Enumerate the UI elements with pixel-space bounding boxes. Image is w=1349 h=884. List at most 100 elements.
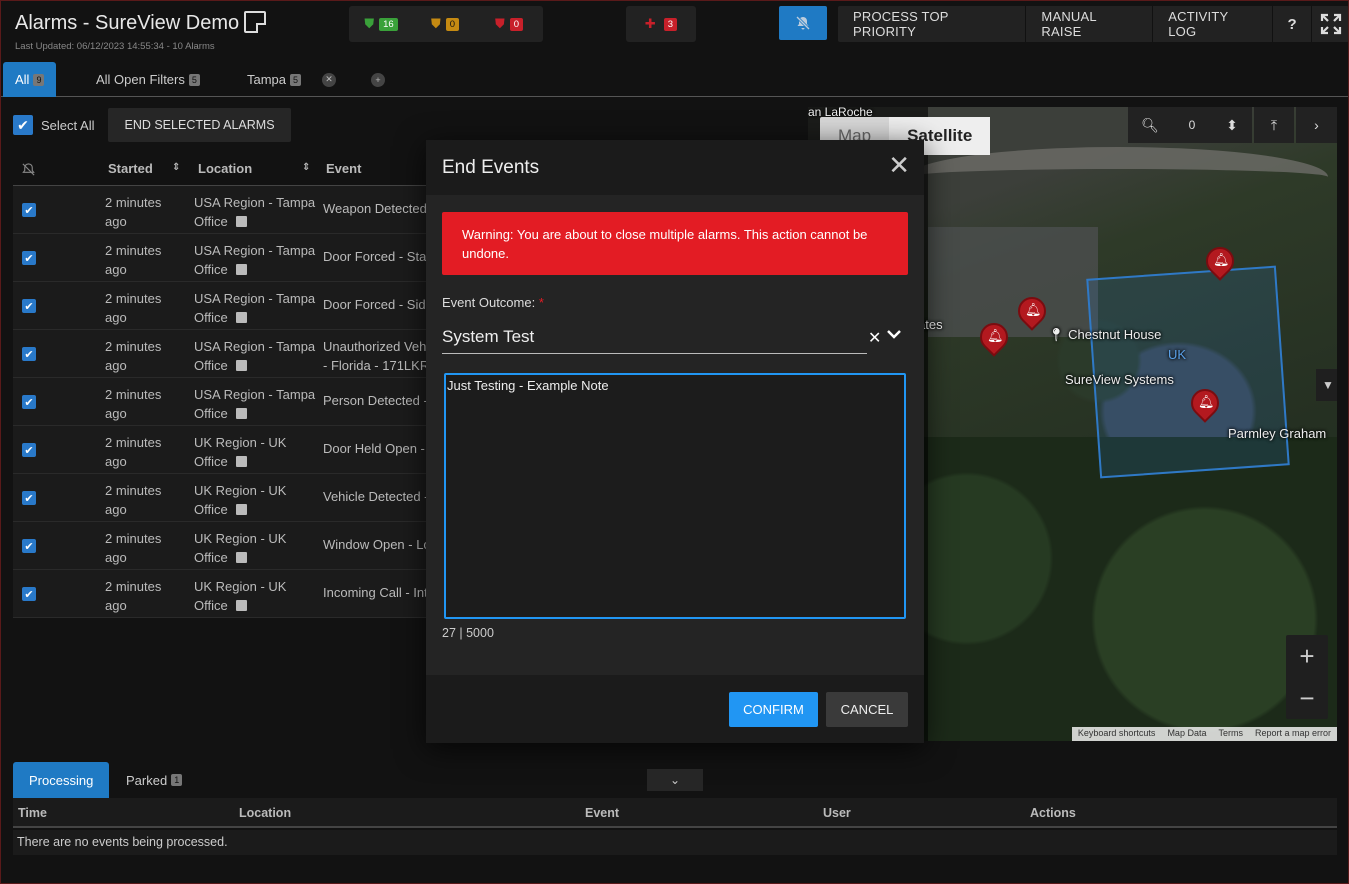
alarm-pin[interactable]: 🔔︎ — [1012, 291, 1052, 333]
red-counter[interactable]: ⛊ 0 — [477, 16, 541, 32]
map-search-button[interactable]: 🔍︎ — [1128, 107, 1172, 143]
bell-off-icon — [795, 15, 811, 31]
map-label-uk: UK — [1168, 347, 1187, 362]
tab-label: All Open Filters — [96, 72, 185, 87]
dialog-footer: CONFIRM CANCEL — [426, 675, 924, 743]
zoom-in-button[interactable]: + — [1286, 635, 1328, 677]
tab-parked[interactable]: Parked 1 — [126, 762, 183, 798]
column-location[interactable]: Location — [198, 161, 252, 176]
note-icon[interactable] — [235, 600, 247, 611]
row-checkbox[interactable]: ✔ — [22, 443, 36, 457]
amber-counter[interactable]: ⛊ 0 — [413, 16, 477, 32]
cancel-button[interactable]: CANCEL — [826, 692, 908, 727]
tab-processing[interactable]: Processing — [13, 762, 110, 798]
location-cell: UK Region - UK Office — [194, 577, 319, 615]
bell-icon: 🔔︎ — [1025, 302, 1042, 317]
sort-icon[interactable]: ⇕ — [172, 162, 180, 173]
map-sort-button[interactable]: ⬍ — [1212, 107, 1252, 143]
note-icon[interactable] — [235, 312, 247, 323]
bell-off-icon[interactable] — [21, 162, 36, 180]
select-all-checkbox[interactable]: ✔ — [13, 115, 33, 135]
event-cell: Unauthorized Vehi - Florida - 171LKR — [323, 337, 429, 375]
note-icon[interactable] — [244, 11, 266, 33]
close-icon: ✕ — [888, 150, 910, 180]
collapse-panel-button[interactable]: ⌄ — [647, 769, 703, 791]
map-parking-lot — [928, 227, 1098, 337]
alarm-pin[interactable]: 🔔︎ — [974, 317, 1014, 359]
tab-label: All — [15, 72, 30, 87]
tab-all-open-filters[interactable]: All Open Filters 5 — [96, 62, 200, 97]
event-text: Person Detected - — [323, 393, 428, 408]
mute-button[interactable] — [779, 6, 827, 40]
event-text: Window Open - Lo — [323, 537, 431, 552]
started-cell: 2 minutes ago — [105, 531, 162, 565]
terms-link[interactable]: Terms — [1212, 727, 1249, 741]
map-label-sureview: SureView Systems — [1065, 372, 1174, 387]
row-checkbox[interactable]: ✔ — [22, 491, 36, 505]
arrow-up-icon: ⤒ — [1270, 116, 1278, 133]
filter-icon: ▼ — [1322, 378, 1334, 392]
dialog-header: End Events ✕ — [426, 140, 924, 195]
confirm-button[interactable]: CONFIRM — [729, 692, 818, 727]
note-icon[interactable] — [235, 216, 247, 227]
map-attribution: Keyboard shortcuts Map Data Terms Report… — [1071, 727, 1337, 741]
select-all-label: Select All — [41, 117, 95, 133]
event-text: Door Forced - Side — [323, 297, 433, 312]
note-icon[interactable] — [235, 552, 247, 563]
close-tab-button[interactable]: ✕ — [322, 62, 336, 97]
clear-selection-button[interactable]: ✕ — [868, 328, 881, 348]
manual-raise-button[interactable]: MANUAL RAISE — [1026, 6, 1154, 42]
process-top-priority-button[interactable]: PROCESS TOP PRIORITY — [838, 6, 1027, 42]
event-cell: Person Detected - — [323, 393, 428, 408]
note-icon[interactable] — [235, 504, 247, 515]
row-checkbox[interactable]: ✔ — [22, 539, 36, 553]
alarm-pin[interactable]: 🔔︎ — [1185, 383, 1225, 425]
keyboard-shortcuts-link[interactable]: Keyboard shortcuts — [1072, 727, 1162, 741]
tab-tampa[interactable]: Tampa 5 — [247, 62, 302, 97]
sort-icon[interactable]: ⇕ — [302, 162, 310, 173]
column-event[interactable]: Event — [326, 161, 361, 176]
dropdown-button[interactable] — [887, 326, 901, 344]
help-button[interactable]: ? — [1273, 6, 1313, 42]
location-text: USA Region - Tampa Office — [194, 339, 316, 373]
row-checkbox[interactable]: ✔ — [22, 251, 36, 265]
priority-counters: ⛊ 16 ⛊ 0 ⛊ 0 — [349, 6, 543, 42]
note-icon[interactable] — [235, 264, 247, 275]
alarm-pin[interactable]: 🔔︎ — [1200, 241, 1240, 283]
location-text: USA Region - Tampa Office — [194, 243, 316, 277]
note-icon[interactable] — [235, 360, 247, 371]
row-checkbox[interactable]: ✔ — [22, 587, 36, 601]
row-checkbox[interactable]: ✔ — [22, 299, 36, 313]
column-started[interactable]: Started — [108, 161, 153, 176]
close-dialog-button[interactable]: ✕ — [888, 152, 910, 178]
note-icon[interactable] — [235, 408, 247, 419]
end-selected-alarms-button[interactable]: END SELECTED ALARMS — [108, 108, 291, 142]
add-tab-button[interactable]: + — [371, 62, 385, 97]
green-counter[interactable]: ⛊ 16 — [349, 16, 413, 32]
row-checkbox[interactable]: ✔ — [22, 203, 36, 217]
sort-arrow-icon: ⬍ — [1226, 116, 1238, 133]
last-updated: Last Updated: 06/12/2023 14:55:34 - 10 A… — [15, 41, 215, 52]
location-cell: USA Region - Tampa Office — [194, 241, 319, 279]
map-data-link[interactable]: Map Data — [1161, 727, 1212, 741]
medical-counter[interactable]: ✚ 3 — [626, 6, 696, 42]
map-upload-button[interactable]: ⤒ — [1254, 107, 1294, 143]
bell-icon: 🔔︎ — [1213, 252, 1230, 267]
column-actions: Actions — [1030, 806, 1076, 820]
row-checkbox[interactable]: ✔ — [22, 395, 36, 409]
note-textarea[interactable]: Just Testing - Example Note — [444, 373, 906, 619]
note-icon[interactable] — [235, 456, 247, 467]
search-icon: 🔍︎ — [1141, 116, 1159, 133]
event-outcome-select[interactable]: System Test — [442, 322, 867, 354]
report-map-error-link[interactable]: Report a map error — [1249, 727, 1337, 741]
map-filter-button[interactable]: ▼ — [1316, 369, 1337, 401]
activity-log-button[interactable]: ACTIVITY LOG — [1153, 6, 1274, 42]
location-cell: UK Region - UK Office — [194, 529, 319, 567]
map-next-button[interactable]: › — [1296, 107, 1337, 143]
zoom-out-button[interactable]: − — [1286, 677, 1328, 719]
plus-icon: + — [371, 72, 385, 87]
row-checkbox[interactable]: ✔ — [22, 347, 36, 361]
map-label-parmley: Parmley Graham — [1228, 426, 1327, 441]
fullscreen-button[interactable] — [1312, 6, 1349, 42]
tab-all[interactable]: All 9 — [3, 62, 57, 97]
